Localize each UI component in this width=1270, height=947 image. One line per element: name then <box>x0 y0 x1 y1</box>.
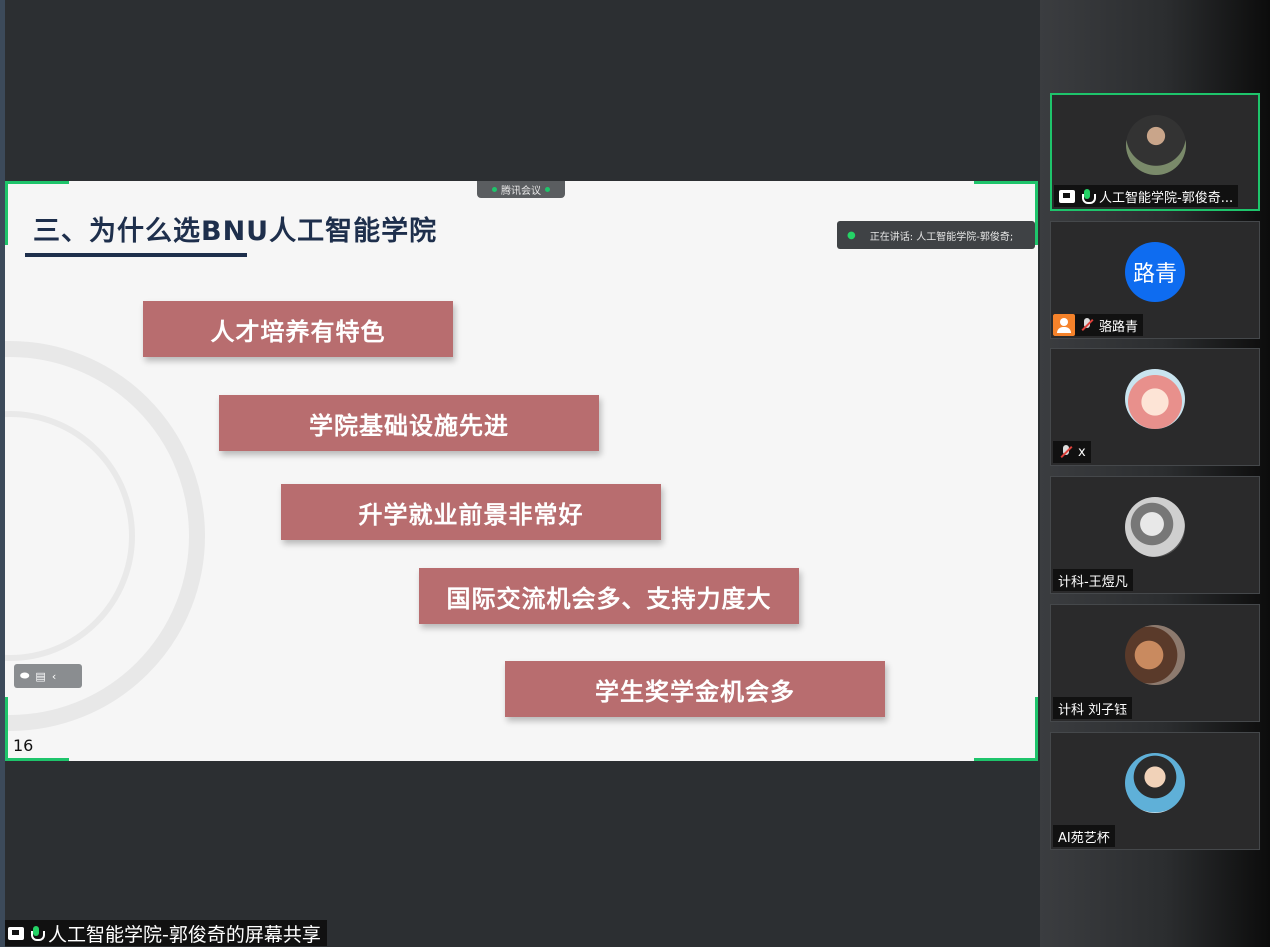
microphone-on-icon <box>28 925 45 941</box>
reason-bar-1: 人才培养有特色 <box>143 301 453 357</box>
shared-slide: 三、为什么选BNU人工智能学院 人才培养有特色 学院基础设施先进 升学就业前景非… <box>5 181 1038 761</box>
participant-name-tag: 计科 刘子钰 <box>1053 697 1133 719</box>
annotate-icon[interactable]: ⬬ <box>20 669 29 683</box>
participant-tile-5[interactable]: 计科 刘子钰 <box>1050 604 1260 722</box>
participant-name-tag: AI苑艺杯 <box>1053 825 1115 847</box>
microphone-on-icon <box>1079 188 1096 204</box>
participant-name: 计科-王煜凡 <box>1058 574 1128 590</box>
participant-avatar-manga <box>1125 497 1185 557</box>
screen-share-owner-label: 人工智能学院-郭俊奇的屏幕共享 <box>5 920 327 946</box>
participant-avatar-anime <box>1125 753 1185 813</box>
participant-name: 骆路青 <box>1099 319 1139 335</box>
share-frame-corner-top-left <box>5 181 69 245</box>
status-dot-icon <box>545 187 550 192</box>
participant-tile-1[interactable]: 人工智能学院-郭俊奇... <box>1050 93 1260 211</box>
meeting-app-pill[interactable]: 腾讯会议 <box>477 181 565 198</box>
microphone-icon: ● <box>847 229 856 241</box>
participant-tile-3[interactable]: x <box>1050 348 1260 466</box>
participant-name: 计科 刘子钰 <box>1058 702 1128 718</box>
slide-mini-toolbar[interactable]: ⬬ ▤ ‹ <box>14 664 82 688</box>
user-icon <box>1053 314 1075 336</box>
speaking-text: 正在讲话: 人工智能学院-郭俊奇; <box>869 231 1014 243</box>
participant-avatar-photo <box>1126 115 1186 175</box>
reason-bar-3: 升学就业前景非常好 <box>281 484 661 540</box>
reason-bar-4: 国际交流机会多、支持力度大 <box>419 568 799 624</box>
participant-tile-6[interactable]: AI苑艺杯 <box>1050 732 1260 850</box>
reason-bar-5: 学生奖学金机会多 <box>505 661 885 717</box>
participant-name: 人工智能学院-郭俊奇... <box>1099 190 1234 206</box>
participant-name-tag: 人工智能学院-郭俊奇... <box>1054 185 1239 207</box>
participant-tile-4[interactable]: 计科-王煜凡 <box>1050 476 1260 594</box>
slide-title: 三、为什么选BNU人工智能学院 <box>33 216 438 247</box>
participant-name: x <box>1078 444 1086 460</box>
microphone-muted-icon <box>1058 444 1074 460</box>
share-frame-corner-bottom-left <box>5 697 69 761</box>
participant-avatar-anime <box>1125 369 1185 429</box>
participant-tile-2[interactable]: 路青 骆路青 <box>1050 221 1260 339</box>
screen-share-icon <box>1059 189 1075 203</box>
participant-name-tag: x <box>1053 441 1091 463</box>
speaking-indicator: ● 正在讲话: 人工智能学院-郭俊奇; <box>837 221 1035 249</box>
participant-name-tag: 计科-王煜凡 <box>1053 569 1133 591</box>
share-frame-corner-bottom-right <box>974 697 1038 761</box>
reason-bar-2: 学院基础设施先进 <box>219 395 599 451</box>
microphone-muted-icon <box>1079 317 1095 333</box>
title-underline <box>25 253 247 257</box>
screen-share-owner-text: 人工智能学院-郭俊奇的屏幕共享 <box>48 923 321 946</box>
status-dot-icon <box>492 187 497 192</box>
comment-icon[interactable]: ▤ <box>35 670 45 683</box>
participant-name-tag: 骆路青 <box>1053 314 1144 336</box>
participant-avatar-photo <box>1125 625 1185 685</box>
participant-avatar-initials: 路青 <box>1125 242 1185 302</box>
chevron-left-icon[interactable]: ‹ <box>52 670 56 683</box>
meeting-app-label: 腾讯会议 <box>501 186 541 197</box>
screen-share-icon <box>8 926 24 940</box>
participant-name: AI苑艺杯 <box>1058 830 1110 846</box>
